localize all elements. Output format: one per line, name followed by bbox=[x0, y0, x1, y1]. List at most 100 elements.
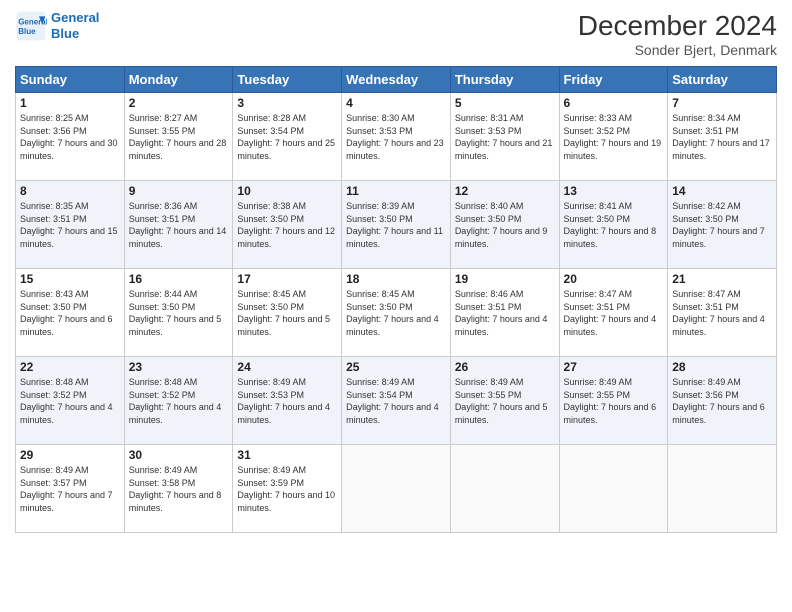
day-info: Sunrise: 8:49 AM Sunset: 3:58 PM Dayligh… bbox=[129, 464, 229, 514]
day-info: Sunrise: 8:30 AM Sunset: 3:53 PM Dayligh… bbox=[346, 112, 446, 162]
day-number: 23 bbox=[129, 360, 229, 374]
title-block: December 2024 Sonder Bjert, Denmark bbox=[578, 10, 777, 58]
day-number: 24 bbox=[237, 360, 337, 374]
calendar-table: SundayMondayTuesdayWednesdayThursdayFrid… bbox=[15, 66, 777, 533]
calendar-day-cell: 9 Sunrise: 8:36 AM Sunset: 3:51 PM Dayli… bbox=[124, 181, 233, 269]
calendar-day-cell: 5 Sunrise: 8:31 AM Sunset: 3:53 PM Dayli… bbox=[450, 93, 559, 181]
calendar-day-cell: 1 Sunrise: 8:25 AM Sunset: 3:56 PM Dayli… bbox=[16, 93, 125, 181]
day-number: 20 bbox=[564, 272, 664, 286]
day-info: Sunrise: 8:27 AM Sunset: 3:55 PM Dayligh… bbox=[129, 112, 229, 162]
calendar-day-cell: 15 Sunrise: 8:43 AM Sunset: 3:50 PM Dayl… bbox=[16, 269, 125, 357]
calendar-day-header: Wednesday bbox=[342, 67, 451, 93]
day-number: 1 bbox=[20, 96, 120, 110]
day-number: 2 bbox=[129, 96, 229, 110]
calendar-week-row: 15 Sunrise: 8:43 AM Sunset: 3:50 PM Dayl… bbox=[16, 269, 777, 357]
calendar-day-cell: 28 Sunrise: 8:49 AM Sunset: 3:56 PM Dayl… bbox=[668, 357, 777, 445]
calendar-day-cell: 8 Sunrise: 8:35 AM Sunset: 3:51 PM Dayli… bbox=[16, 181, 125, 269]
day-info: Sunrise: 8:43 AM Sunset: 3:50 PM Dayligh… bbox=[20, 288, 120, 338]
location: Sonder Bjert, Denmark bbox=[578, 42, 777, 58]
day-info: Sunrise: 8:49 AM Sunset: 3:57 PM Dayligh… bbox=[20, 464, 120, 514]
calendar-day-cell: 21 Sunrise: 8:47 AM Sunset: 3:51 PM Dayl… bbox=[668, 269, 777, 357]
logo: General Blue General Blue bbox=[15, 10, 99, 42]
day-info: Sunrise: 8:46 AM Sunset: 3:51 PM Dayligh… bbox=[455, 288, 555, 338]
day-number: 5 bbox=[455, 96, 555, 110]
calendar-day-cell: 29 Sunrise: 8:49 AM Sunset: 3:57 PM Dayl… bbox=[16, 445, 125, 533]
day-number: 13 bbox=[564, 184, 664, 198]
day-info: Sunrise: 8:48 AM Sunset: 3:52 PM Dayligh… bbox=[129, 376, 229, 426]
calendar-day-cell: 31 Sunrise: 8:49 AM Sunset: 3:59 PM Dayl… bbox=[233, 445, 342, 533]
day-info: Sunrise: 8:47 AM Sunset: 3:51 PM Dayligh… bbox=[672, 288, 772, 338]
day-number: 3 bbox=[237, 96, 337, 110]
calendar-day-cell: 16 Sunrise: 8:44 AM Sunset: 3:50 PM Dayl… bbox=[124, 269, 233, 357]
day-number: 28 bbox=[672, 360, 772, 374]
day-number: 19 bbox=[455, 272, 555, 286]
day-number: 4 bbox=[346, 96, 446, 110]
day-number: 30 bbox=[129, 448, 229, 462]
calendar-day-cell: 12 Sunrise: 8:40 AM Sunset: 3:50 PM Dayl… bbox=[450, 181, 559, 269]
calendar-day-cell bbox=[668, 445, 777, 533]
calendar-day-cell: 7 Sunrise: 8:34 AM Sunset: 3:51 PM Dayli… bbox=[668, 93, 777, 181]
day-number: 11 bbox=[346, 184, 446, 198]
day-info: Sunrise: 8:49 AM Sunset: 3:54 PM Dayligh… bbox=[346, 376, 446, 426]
calendar-day-cell: 6 Sunrise: 8:33 AM Sunset: 3:52 PM Dayli… bbox=[559, 93, 668, 181]
calendar-day-cell: 30 Sunrise: 8:49 AM Sunset: 3:58 PM Dayl… bbox=[124, 445, 233, 533]
calendar-day-header: Saturday bbox=[668, 67, 777, 93]
day-number: 22 bbox=[20, 360, 120, 374]
day-info: Sunrise: 8:48 AM Sunset: 3:52 PM Dayligh… bbox=[20, 376, 120, 426]
day-number: 17 bbox=[237, 272, 337, 286]
day-info: Sunrise: 8:25 AM Sunset: 3:56 PM Dayligh… bbox=[20, 112, 120, 162]
calendar-day-cell: 22 Sunrise: 8:48 AM Sunset: 3:52 PM Dayl… bbox=[16, 357, 125, 445]
logo-icon: General Blue bbox=[15, 10, 47, 42]
day-number: 25 bbox=[346, 360, 446, 374]
day-number: 14 bbox=[672, 184, 772, 198]
calendar-day-header: Monday bbox=[124, 67, 233, 93]
day-info: Sunrise: 8:41 AM Sunset: 3:50 PM Dayligh… bbox=[564, 200, 664, 250]
day-info: Sunrise: 8:45 AM Sunset: 3:50 PM Dayligh… bbox=[346, 288, 446, 338]
calendar-week-row: 1 Sunrise: 8:25 AM Sunset: 3:56 PM Dayli… bbox=[16, 93, 777, 181]
calendar-day-cell: 20 Sunrise: 8:47 AM Sunset: 3:51 PM Dayl… bbox=[559, 269, 668, 357]
day-number: 27 bbox=[564, 360, 664, 374]
day-info: Sunrise: 8:35 AM Sunset: 3:51 PM Dayligh… bbox=[20, 200, 120, 250]
calendar-day-cell: 14 Sunrise: 8:42 AM Sunset: 3:50 PM Dayl… bbox=[668, 181, 777, 269]
day-number: 7 bbox=[672, 96, 772, 110]
calendar-day-cell: 18 Sunrise: 8:45 AM Sunset: 3:50 PM Dayl… bbox=[342, 269, 451, 357]
day-info: Sunrise: 8:40 AM Sunset: 3:50 PM Dayligh… bbox=[455, 200, 555, 250]
calendar-header-row: SundayMondayTuesdayWednesdayThursdayFrid… bbox=[16, 67, 777, 93]
calendar-day-cell: 27 Sunrise: 8:49 AM Sunset: 3:55 PM Dayl… bbox=[559, 357, 668, 445]
calendar-day-cell: 24 Sunrise: 8:49 AM Sunset: 3:53 PM Dayl… bbox=[233, 357, 342, 445]
day-number: 26 bbox=[455, 360, 555, 374]
day-number: 29 bbox=[20, 448, 120, 462]
calendar-day-cell: 2 Sunrise: 8:27 AM Sunset: 3:55 PM Dayli… bbox=[124, 93, 233, 181]
calendar-day-cell: 23 Sunrise: 8:48 AM Sunset: 3:52 PM Dayl… bbox=[124, 357, 233, 445]
calendar-week-row: 22 Sunrise: 8:48 AM Sunset: 3:52 PM Dayl… bbox=[16, 357, 777, 445]
calendar-week-row: 29 Sunrise: 8:49 AM Sunset: 3:57 PM Dayl… bbox=[16, 445, 777, 533]
day-info: Sunrise: 8:39 AM Sunset: 3:50 PM Dayligh… bbox=[346, 200, 446, 250]
calendar-week-row: 8 Sunrise: 8:35 AM Sunset: 3:51 PM Dayli… bbox=[16, 181, 777, 269]
day-info: Sunrise: 8:36 AM Sunset: 3:51 PM Dayligh… bbox=[129, 200, 229, 250]
calendar-day-cell: 3 Sunrise: 8:28 AM Sunset: 3:54 PM Dayli… bbox=[233, 93, 342, 181]
day-number: 31 bbox=[237, 448, 337, 462]
header: General Blue General Blue December 2024 … bbox=[15, 10, 777, 58]
day-number: 18 bbox=[346, 272, 446, 286]
day-info: Sunrise: 8:33 AM Sunset: 3:52 PM Dayligh… bbox=[564, 112, 664, 162]
logo-text: General Blue bbox=[51, 10, 99, 41]
day-info: Sunrise: 8:49 AM Sunset: 3:56 PM Dayligh… bbox=[672, 376, 772, 426]
day-info: Sunrise: 8:42 AM Sunset: 3:50 PM Dayligh… bbox=[672, 200, 772, 250]
calendar-day-cell: 10 Sunrise: 8:38 AM Sunset: 3:50 PM Dayl… bbox=[233, 181, 342, 269]
day-number: 9 bbox=[129, 184, 229, 198]
calendar-day-cell: 19 Sunrise: 8:46 AM Sunset: 3:51 PM Dayl… bbox=[450, 269, 559, 357]
day-info: Sunrise: 8:44 AM Sunset: 3:50 PM Dayligh… bbox=[129, 288, 229, 338]
day-number: 6 bbox=[564, 96, 664, 110]
page: General Blue General Blue December 2024 … bbox=[0, 0, 792, 612]
day-number: 15 bbox=[20, 272, 120, 286]
day-info: Sunrise: 8:38 AM Sunset: 3:50 PM Dayligh… bbox=[237, 200, 337, 250]
day-info: Sunrise: 8:28 AM Sunset: 3:54 PM Dayligh… bbox=[237, 112, 337, 162]
calendar-day-cell: 25 Sunrise: 8:49 AM Sunset: 3:54 PM Dayl… bbox=[342, 357, 451, 445]
month-year: December 2024 bbox=[578, 10, 777, 42]
day-info: Sunrise: 8:34 AM Sunset: 3:51 PM Dayligh… bbox=[672, 112, 772, 162]
day-info: Sunrise: 8:49 AM Sunset: 3:59 PM Dayligh… bbox=[237, 464, 337, 514]
calendar-day-cell: 17 Sunrise: 8:45 AM Sunset: 3:50 PM Dayl… bbox=[233, 269, 342, 357]
day-info: Sunrise: 8:45 AM Sunset: 3:50 PM Dayligh… bbox=[237, 288, 337, 338]
day-number: 12 bbox=[455, 184, 555, 198]
calendar-day-cell: 26 Sunrise: 8:49 AM Sunset: 3:55 PM Dayl… bbox=[450, 357, 559, 445]
